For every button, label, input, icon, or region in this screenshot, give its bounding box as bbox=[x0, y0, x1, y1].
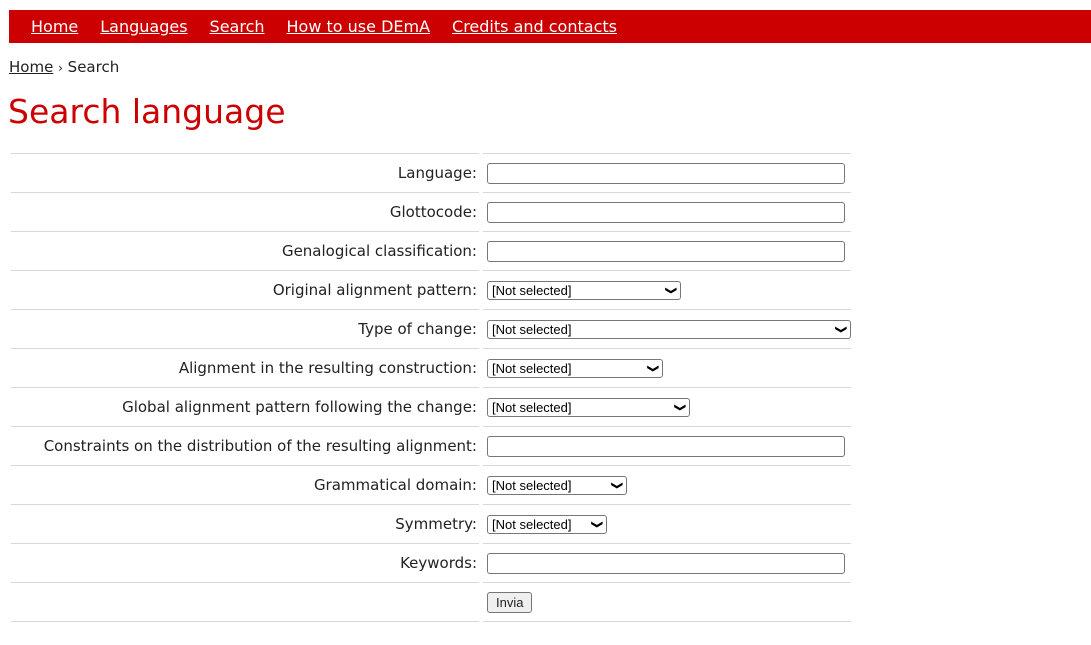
genealogical-label: Genalogical classification: bbox=[11, 231, 479, 270]
breadcrumb-home-link[interactable]: Home bbox=[9, 58, 53, 76]
global-alignment-value: [Not selected] bbox=[492, 399, 572, 415]
constraints-label: Constraints on the distribution of the r… bbox=[11, 426, 479, 465]
form-row-symmetry: Symmetry: [Not selected] ❯ bbox=[11, 504, 851, 543]
type-of-change-select[interactable]: [Not selected] ❯ bbox=[487, 319, 851, 339]
page-title: Search language bbox=[8, 92, 286, 131]
form-row-constraints: Constraints on the distribution of the r… bbox=[11, 426, 851, 465]
type-of-change-label: Type of change: bbox=[11, 309, 479, 348]
resulting-alignment-label: Alignment in the resulting construction: bbox=[11, 348, 479, 387]
original-alignment-value: [Not selected] bbox=[492, 282, 572, 298]
keywords-label: Keywords: bbox=[11, 543, 479, 582]
form-row-type-of-change: Type of change: [Not selected] ❯ bbox=[11, 309, 851, 348]
form-row-genealogical: Genalogical classification: bbox=[11, 231, 851, 270]
glottocode-label: Glottocode: bbox=[11, 192, 479, 231]
submit-button[interactable]: Invia bbox=[487, 591, 533, 613]
keywords-input[interactable] bbox=[487, 552, 845, 574]
original-alignment-label: Original alignment pattern: bbox=[11, 270, 479, 309]
chevron-down-icon: ❯ bbox=[664, 285, 677, 295]
form-row-grammatical-domain: Grammatical domain: [Not selected] ❯ bbox=[11, 465, 851, 504]
nav-how-to-use-link[interactable]: How to use DEmA bbox=[287, 17, 431, 36]
symmetry-label: Symmetry: bbox=[11, 504, 479, 543]
resulting-alignment-value: [Not selected] bbox=[492, 360, 572, 376]
chevron-down-icon: ❯ bbox=[834, 324, 847, 334]
submit-row-spacer bbox=[11, 582, 479, 622]
top-nav: Home Languages Search How to use DEmA Cr… bbox=[9, 10, 1091, 43]
form-row-original-alignment: Original alignment pattern: [Not selecte… bbox=[11, 270, 851, 309]
original-alignment-select[interactable]: [Not selected] ❯ bbox=[487, 280, 681, 300]
symmetry-select[interactable]: [Not selected] ❯ bbox=[487, 514, 607, 534]
chevron-down-icon: ❯ bbox=[590, 519, 603, 529]
chevron-down-icon: ❯ bbox=[646, 363, 659, 373]
resulting-alignment-select[interactable]: [Not selected] ❯ bbox=[487, 358, 663, 378]
breadcrumb: Home › Search bbox=[9, 58, 119, 76]
chevron-down-icon: ❯ bbox=[610, 480, 623, 490]
global-alignment-select[interactable]: [Not selected] ❯ bbox=[487, 397, 690, 417]
nav-home-link[interactable]: Home bbox=[31, 17, 78, 36]
type-of-change-value: [Not selected] bbox=[492, 321, 572, 337]
breadcrumb-current: Search bbox=[67, 58, 120, 76]
form-row-keywords: Keywords: bbox=[11, 543, 851, 582]
search-form: Language: Glottocode: Genalogical classi… bbox=[7, 153, 855, 622]
language-input[interactable] bbox=[487, 162, 845, 184]
nav-languages-link[interactable]: Languages bbox=[100, 17, 187, 36]
nav-search-link[interactable]: Search bbox=[210, 17, 265, 36]
glottocode-input[interactable] bbox=[487, 201, 845, 223]
grammatical-domain-select[interactable]: [Not selected] ❯ bbox=[487, 475, 627, 495]
form-row-language: Language: bbox=[11, 153, 851, 192]
form-row-submit: Invia bbox=[11, 582, 851, 622]
form-row-global-alignment: Global alignment pattern following the c… bbox=[11, 387, 851, 426]
grammatical-domain-value: [Not selected] bbox=[492, 477, 572, 493]
breadcrumb-separator: › bbox=[58, 61, 63, 75]
constraints-input[interactable] bbox=[487, 435, 845, 457]
genealogical-input[interactable] bbox=[487, 240, 845, 262]
global-alignment-label: Global alignment pattern following the c… bbox=[11, 387, 479, 426]
form-row-glottocode: Glottocode: bbox=[11, 192, 851, 231]
language-label: Language: bbox=[11, 153, 479, 192]
chevron-down-icon: ❯ bbox=[673, 402, 686, 412]
nav-credits-link[interactable]: Credits and contacts bbox=[452, 17, 617, 36]
form-row-resulting-alignment: Alignment in the resulting construction:… bbox=[11, 348, 851, 387]
grammatical-domain-label: Grammatical domain: bbox=[11, 465, 479, 504]
symmetry-value: [Not selected] bbox=[492, 516, 572, 532]
